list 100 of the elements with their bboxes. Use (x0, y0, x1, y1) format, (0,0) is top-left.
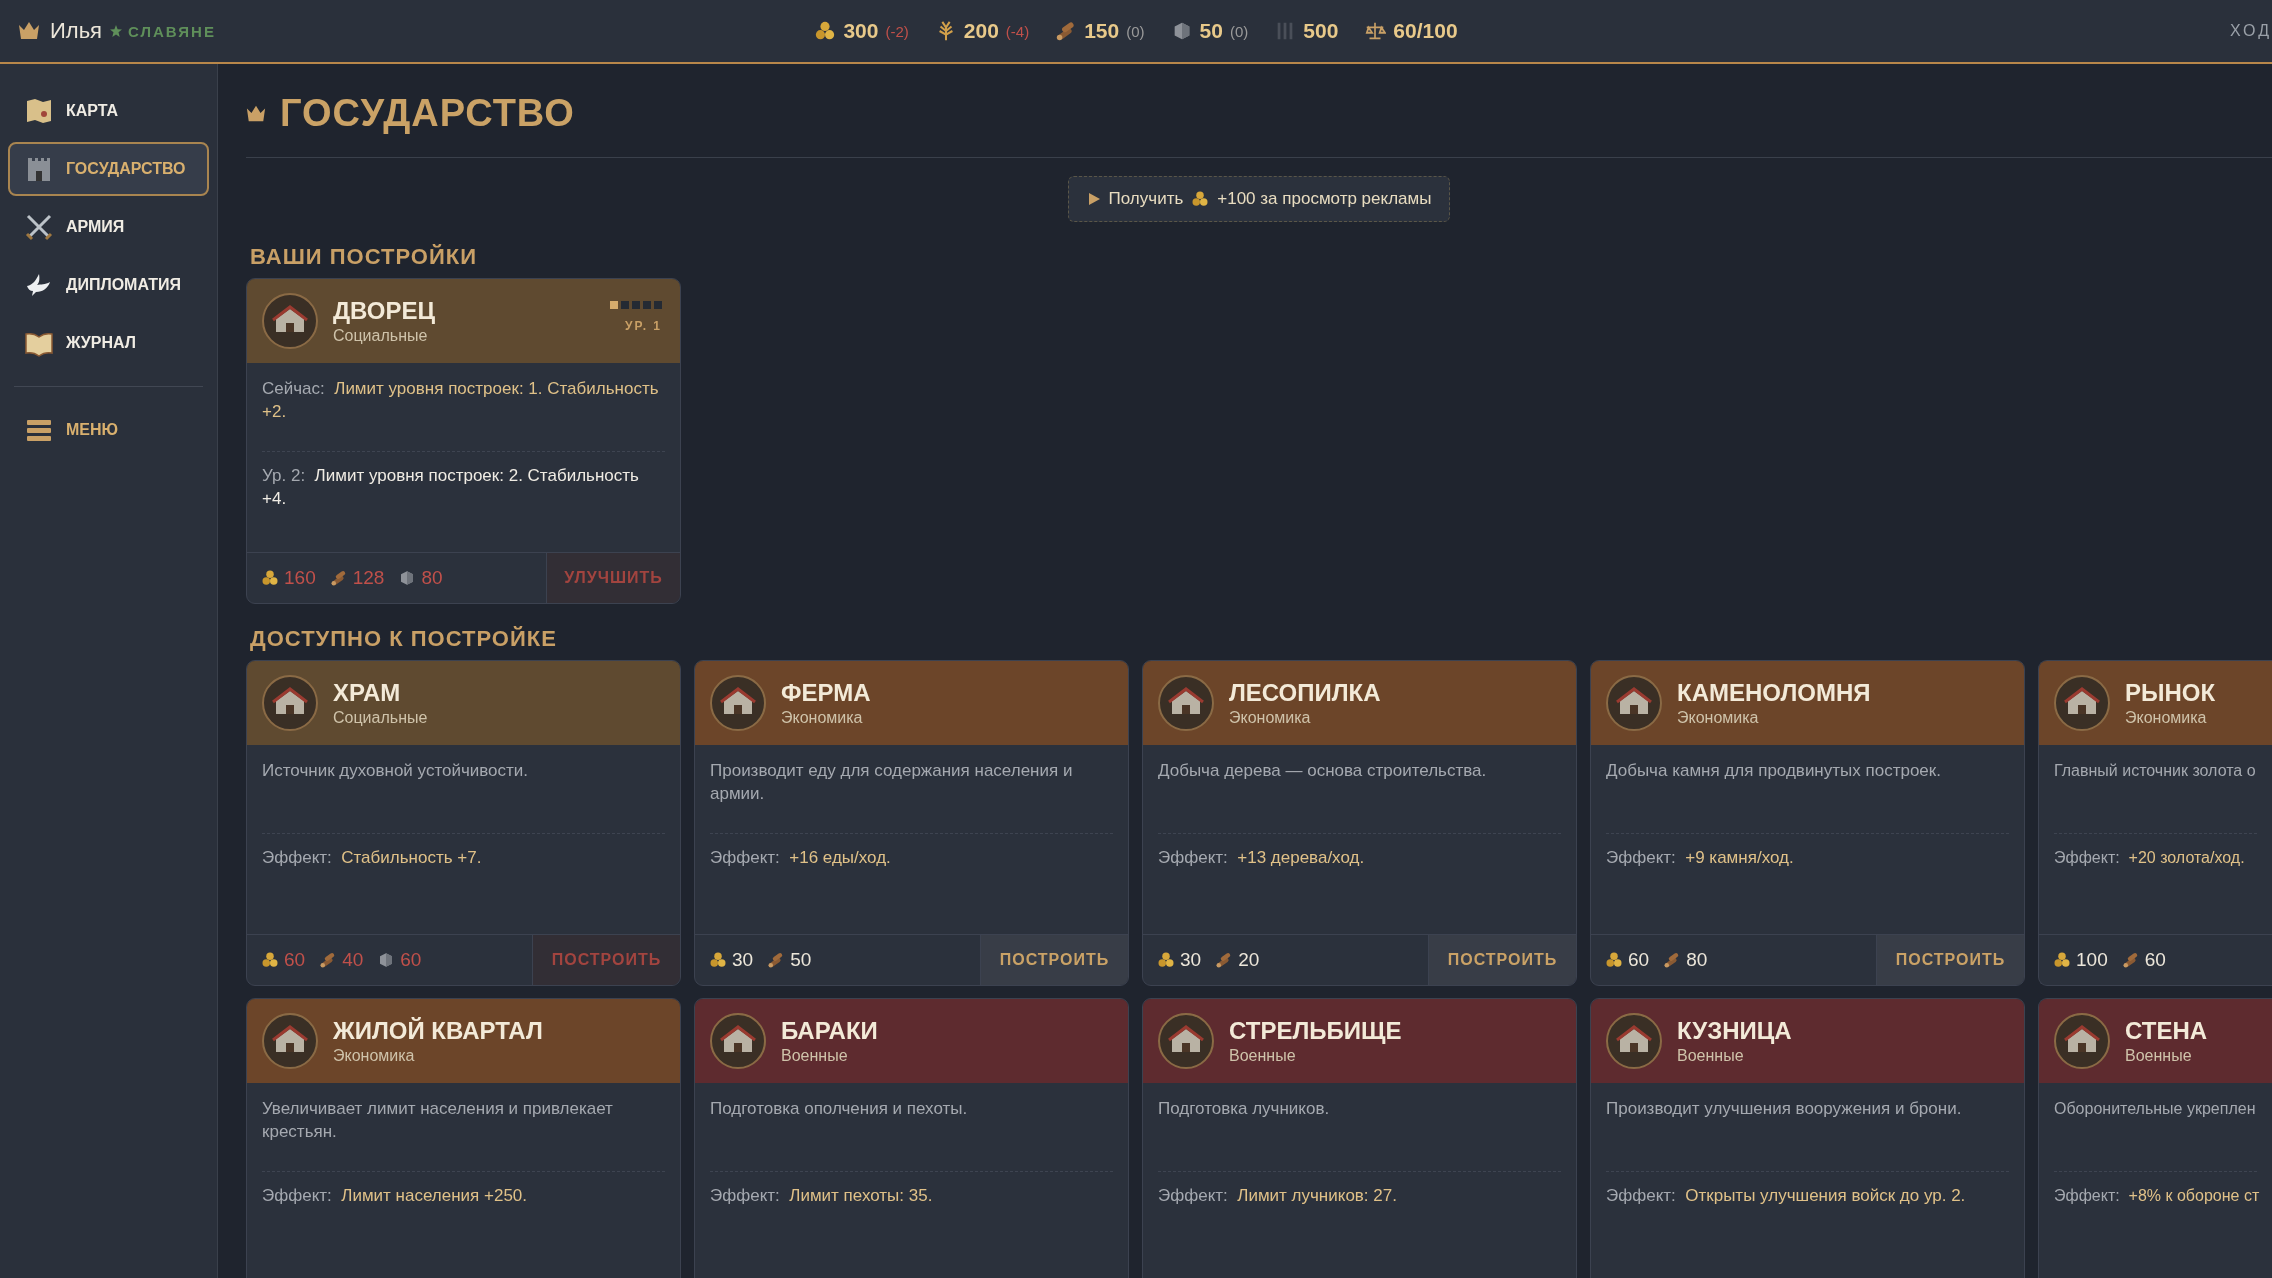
build-button[interactable]: ПОСТРОИТЬ (980, 935, 1128, 985)
turn-label: ХОД (2229, 22, 2272, 40)
building-effect: Эффект: Стабильность +7. (262, 847, 483, 869)
resource-value: 60/100 (1393, 19, 1458, 43)
cost-value: 60 (2144, 949, 2166, 971)
cost-value: 50 (790, 949, 812, 971)
building-effect: Эффект: +20 золота/ход. (2054, 848, 2245, 868)
resource-delta: (-4) (1005, 22, 1030, 40)
play-icon (1086, 192, 1101, 206)
building-icon (261, 292, 319, 350)
page-title: ГОСУДАРСТВО (280, 92, 575, 135)
resource-delta: (-2) (885, 22, 909, 40)
building-category: Военные (1677, 1047, 1745, 1065)
building-category: Военные (1229, 1047, 1297, 1065)
building-icon (1605, 1012, 1663, 1070)
building-effect: Эффект: +13 дерева/ход. (1158, 847, 1366, 869)
coins-icon (709, 951, 727, 969)
cost-value: 80 (421, 567, 443, 589)
building-title: СТРЕЛЬБИЩЕ (1229, 1017, 1402, 1045)
building-category: Экономика (333, 1047, 416, 1065)
watch-ad-button[interactable]: Получить +100 за просмотр рекламы (1067, 176, 1451, 222)
building-title: СТЕНА (2125, 1017, 2208, 1045)
cost-value: 80 (1686, 949, 1708, 971)
building-description: Подготовка ополчения и пехоты. (710, 1098, 969, 1120)
building-category: Экономика (1229, 709, 1312, 727)
coins-icon (261, 951, 279, 969)
coins-icon (814, 20, 837, 42)
building-category: Военные (781, 1047, 849, 1065)
resource-delta: (0) (1229, 22, 1249, 40)
building-description: Производит улучшения вооружения и брони. (1606, 1098, 1963, 1120)
coins-icon (2053, 951, 2071, 969)
scales-icon (1364, 20, 1387, 42)
build-button[interactable]: ПОСТРОИТЬ (1876, 935, 2024, 985)
building-effect: Эффект: +16 еды/ход. (710, 847, 892, 869)
building-effect: Эффект: +8% к обороне ст (2054, 1186, 2260, 1206)
cost-value: 60 (400, 949, 422, 971)
level-label: УР. 1 (625, 319, 662, 333)
building-description: Добыча камня для продвинутых построек. (1606, 760, 1942, 782)
building-effect: Эффект: Лимит лучников: 27. (1158, 1185, 1398, 1207)
nav-item[interactable]: КАРТА (8, 84, 209, 138)
building-description: Увеличивает лимит населения и привлекает крестьян. (262, 1098, 614, 1143)
cost-value: 20 (1238, 949, 1260, 971)
cost-value: 40 (342, 949, 364, 971)
building-description: Главный источник золота о (2054, 761, 2256, 781)
building-title: ДВОРЕЦ (333, 297, 436, 325)
cost-value: 128 (352, 567, 385, 589)
building-icon (2053, 674, 2111, 732)
resource-value: 300 (843, 19, 879, 43)
nav-item[interactable]: ДИПЛОМАТИЯ (8, 258, 209, 312)
building-title: КУЗНИЦА (1677, 1017, 1792, 1045)
building-description: Добыча дерева — основа строительства. (1158, 760, 1488, 782)
crossed-swords-icon (24, 212, 54, 242)
building-title: ХРАМ (333, 679, 402, 707)
resource-delta: (0) (1126, 22, 1145, 40)
building-title: ЛЕСОПИЛКА (1229, 679, 1381, 707)
building-icon (709, 674, 767, 732)
building-category: Военные (2125, 1047, 2193, 1065)
resource-value: 150 (1084, 19, 1120, 43)
section-heading: ДОСТУПНО К ПОСТРОЙКЕ (250, 626, 558, 652)
nav-item[interactable]: ГОСУДАРСТВО (8, 142, 209, 196)
level-description: Сейчас: Лимит уровня построек: 1. Стабильность +2. (262, 378, 660, 423)
faction-label: СЛАВЯНЕ (128, 22, 216, 40)
cost-value: 160 (284, 567, 316, 589)
building-category: Экономика (1677, 709, 1760, 727)
cost-value: 100 (2076, 949, 2108, 971)
level-description: Ур. 2: Лимит уровня построек: 2. Стабильность +4. (262, 465, 640, 510)
resource-value: 500 (1303, 19, 1339, 43)
resource-value: 50 (1199, 19, 1223, 43)
building-description: Подготовка лучников. (1158, 1098, 1331, 1120)
star-icon (110, 25, 123, 37)
building-icon (1605, 674, 1663, 732)
section-heading: ВАШИ ПОСТРОЙКИ (250, 244, 478, 270)
logs-icon (329, 569, 348, 587)
crown-icon (18, 21, 40, 41)
nav-item[interactable]: ЖУРНАЛ (8, 316, 209, 370)
building-title: КАМЕНОЛОМНЯ (1677, 679, 1871, 707)
map-icon (24, 96, 54, 126)
building-description: Источник духовной устойчивости. (262, 760, 530, 782)
cost-value: 30 (732, 949, 754, 971)
building-effect: Эффект: +9 камня/ход. (1606, 847, 1795, 869)
building-category: Социальные (333, 709, 428, 727)
building-title: ЖИЛОЙ КВАРТАЛ (333, 1017, 543, 1045)
logs-icon (2121, 951, 2140, 969)
building-title: ФЕРМА (781, 679, 871, 707)
resource-value: 200 (963, 19, 999, 43)
building-icon (1157, 674, 1215, 732)
coins-icon (1191, 190, 1210, 208)
cost-value: 60 (1628, 949, 1650, 971)
build-button[interactable]: ПОСТРОИТЬ (1428, 935, 1576, 985)
building-title: РЫНОК (2125, 679, 2216, 707)
building-icon (709, 1012, 767, 1070)
nav-item[interactable]: АРМИЯ (8, 200, 209, 254)
building-category: Социальные (333, 327, 429, 345)
building-description: Производит еду для содержания населения и армии. (710, 760, 1074, 805)
building-category: Экономика (781, 709, 864, 727)
building-icon (2053, 1012, 2111, 1070)
menu-item[interactable]: МЕНЮ (8, 403, 209, 457)
building-effect: Эффект: Лимит населения +250. (262, 1185, 529, 1207)
coins-icon (1605, 951, 1623, 969)
coins-icon (1157, 951, 1175, 969)
